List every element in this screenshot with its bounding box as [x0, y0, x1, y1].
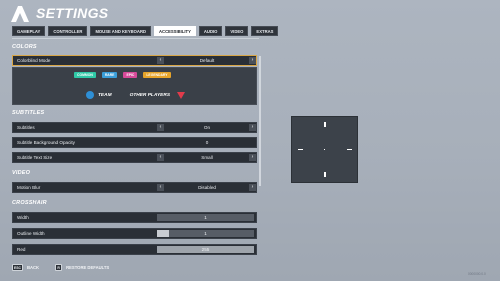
back-button[interactable]: BACK: [27, 265, 39, 270]
enemy-triangle-icon: [177, 91, 186, 99]
setting-label: Red: [17, 247, 26, 252]
restore-defaults-button[interactable]: RESTORE DEFAULTS: [66, 265, 109, 270]
width-slider[interactable]: 1: [157, 214, 254, 221]
tab-accessibility[interactable]: ACCESSIBILITY: [154, 26, 196, 36]
setting-crosshair-outline-width[interactable]: Outline Width 1: [12, 228, 257, 239]
r-key-icon[interactable]: R: [55, 264, 63, 271]
setting-crosshair-width[interactable]: Width 1: [12, 212, 257, 223]
settings-tabs: GAMEPLAY CONTROLLER MOUSE AND KEYBOARD A…: [12, 26, 279, 36]
team-legend: TEAM OTHER PLAYERS: [86, 91, 186, 99]
arrow-right-icon[interactable]: ›: [249, 184, 256, 191]
footer-actions: ESC BACK R RESTORE DEFAULTS: [12, 264, 109, 271]
tabs-divider: [12, 38, 259, 39]
crosshair-preview: [291, 116, 358, 183]
crosshair-center-dot: [324, 149, 325, 150]
tab-extras[interactable]: EXTRAS: [251, 26, 279, 36]
tab-gameplay[interactable]: GAMEPLAY: [12, 26, 46, 36]
setting-label: Motion Blur: [17, 185, 41, 190]
rarity-chips: COMMON RARE EPIC LEGENDARY: [74, 72, 171, 78]
setting-label: Subtitles: [17, 125, 35, 130]
rarity-chip-common: COMMON: [74, 72, 96, 78]
page-title: SETTINGS: [36, 5, 109, 21]
setting-value: 0: [205, 140, 209, 145]
setting-subtitles[interactable]: Subtitles ‹ On ›: [12, 122, 257, 133]
setting-subtitle-background-opacity[interactable]: Subtitle Background Opacity 0: [12, 137, 257, 148]
setting-label: Subtitle Background Opacity: [17, 140, 75, 145]
crosshair-bottom-line: [324, 172, 326, 177]
tab-mouse-and-keyboard[interactable]: MOUSE AND KEYBOARD: [90, 26, 152, 36]
setting-value: Default: [199, 58, 215, 63]
setting-motion-blur[interactable]: Motion Blur ‹ Disabled ›: [12, 182, 257, 193]
game-logo-icon: [11, 6, 29, 22]
esc-key-icon[interactable]: ESC: [12, 264, 23, 271]
legend-other-players-label: OTHER PLAYERS: [129, 92, 171, 98]
rarity-chip-epic: EPIC: [123, 72, 138, 78]
section-title-subtitles: SUBTITLES: [12, 110, 45, 116]
setting-label: Subtitle Text Size: [17, 155, 53, 160]
crosshair-left-line: [298, 149, 303, 150]
arrow-right-icon[interactable]: ›: [249, 57, 256, 64]
arrow-right-icon[interactable]: ›: [249, 124, 256, 131]
slider-value: 1: [204, 215, 207, 220]
build-version: 0000000.0.0: [468, 272, 486, 276]
tab-audio[interactable]: AUDIO: [198, 26, 223, 36]
setting-colorblind-mode[interactable]: Colorblind Mode ‹ Default ›: [12, 55, 257, 66]
section-title-colors: COLORS: [12, 44, 37, 50]
rarity-chip-legendary: LEGENDARY: [143, 72, 171, 78]
legend-team-label: TEAM: [98, 92, 112, 98]
rarity-chip-rare: RARE: [101, 72, 118, 78]
red-slider[interactable]: 255: [157, 246, 254, 253]
section-title-video: VIDEO: [12, 170, 31, 176]
tab-video[interactable]: VIDEO: [225, 26, 249, 36]
tab-controller[interactable]: CONTROLLER: [48, 26, 88, 36]
section-title-crosshair: CROSSHAIR: [12, 200, 47, 206]
arrow-right-icon[interactable]: ›: [249, 154, 256, 161]
settings-scrollbar[interactable]: [259, 56, 261, 186]
setting-value: On: [203, 125, 211, 130]
team-dot-icon: [86, 91, 94, 99]
setting-label: Width: [17, 215, 29, 220]
setting-subtitle-text-size[interactable]: Subtitle Text Size ‹ Small ›: [12, 152, 257, 163]
crosshair-top-line: [324, 122, 326, 127]
setting-label: Outline Width: [17, 231, 45, 236]
crosshair-right-line: [347, 149, 352, 150]
setting-value: Small: [201, 155, 213, 160]
setting-crosshair-red[interactable]: Red 255: [12, 244, 257, 255]
setting-value: Disabled: [198, 185, 216, 190]
outline-width-slider[interactable]: 1: [157, 230, 254, 237]
slider-value: 1: [204, 231, 207, 236]
slider-value: 255: [201, 247, 210, 252]
setting-label: Colorblind Mode: [17, 58, 51, 63]
